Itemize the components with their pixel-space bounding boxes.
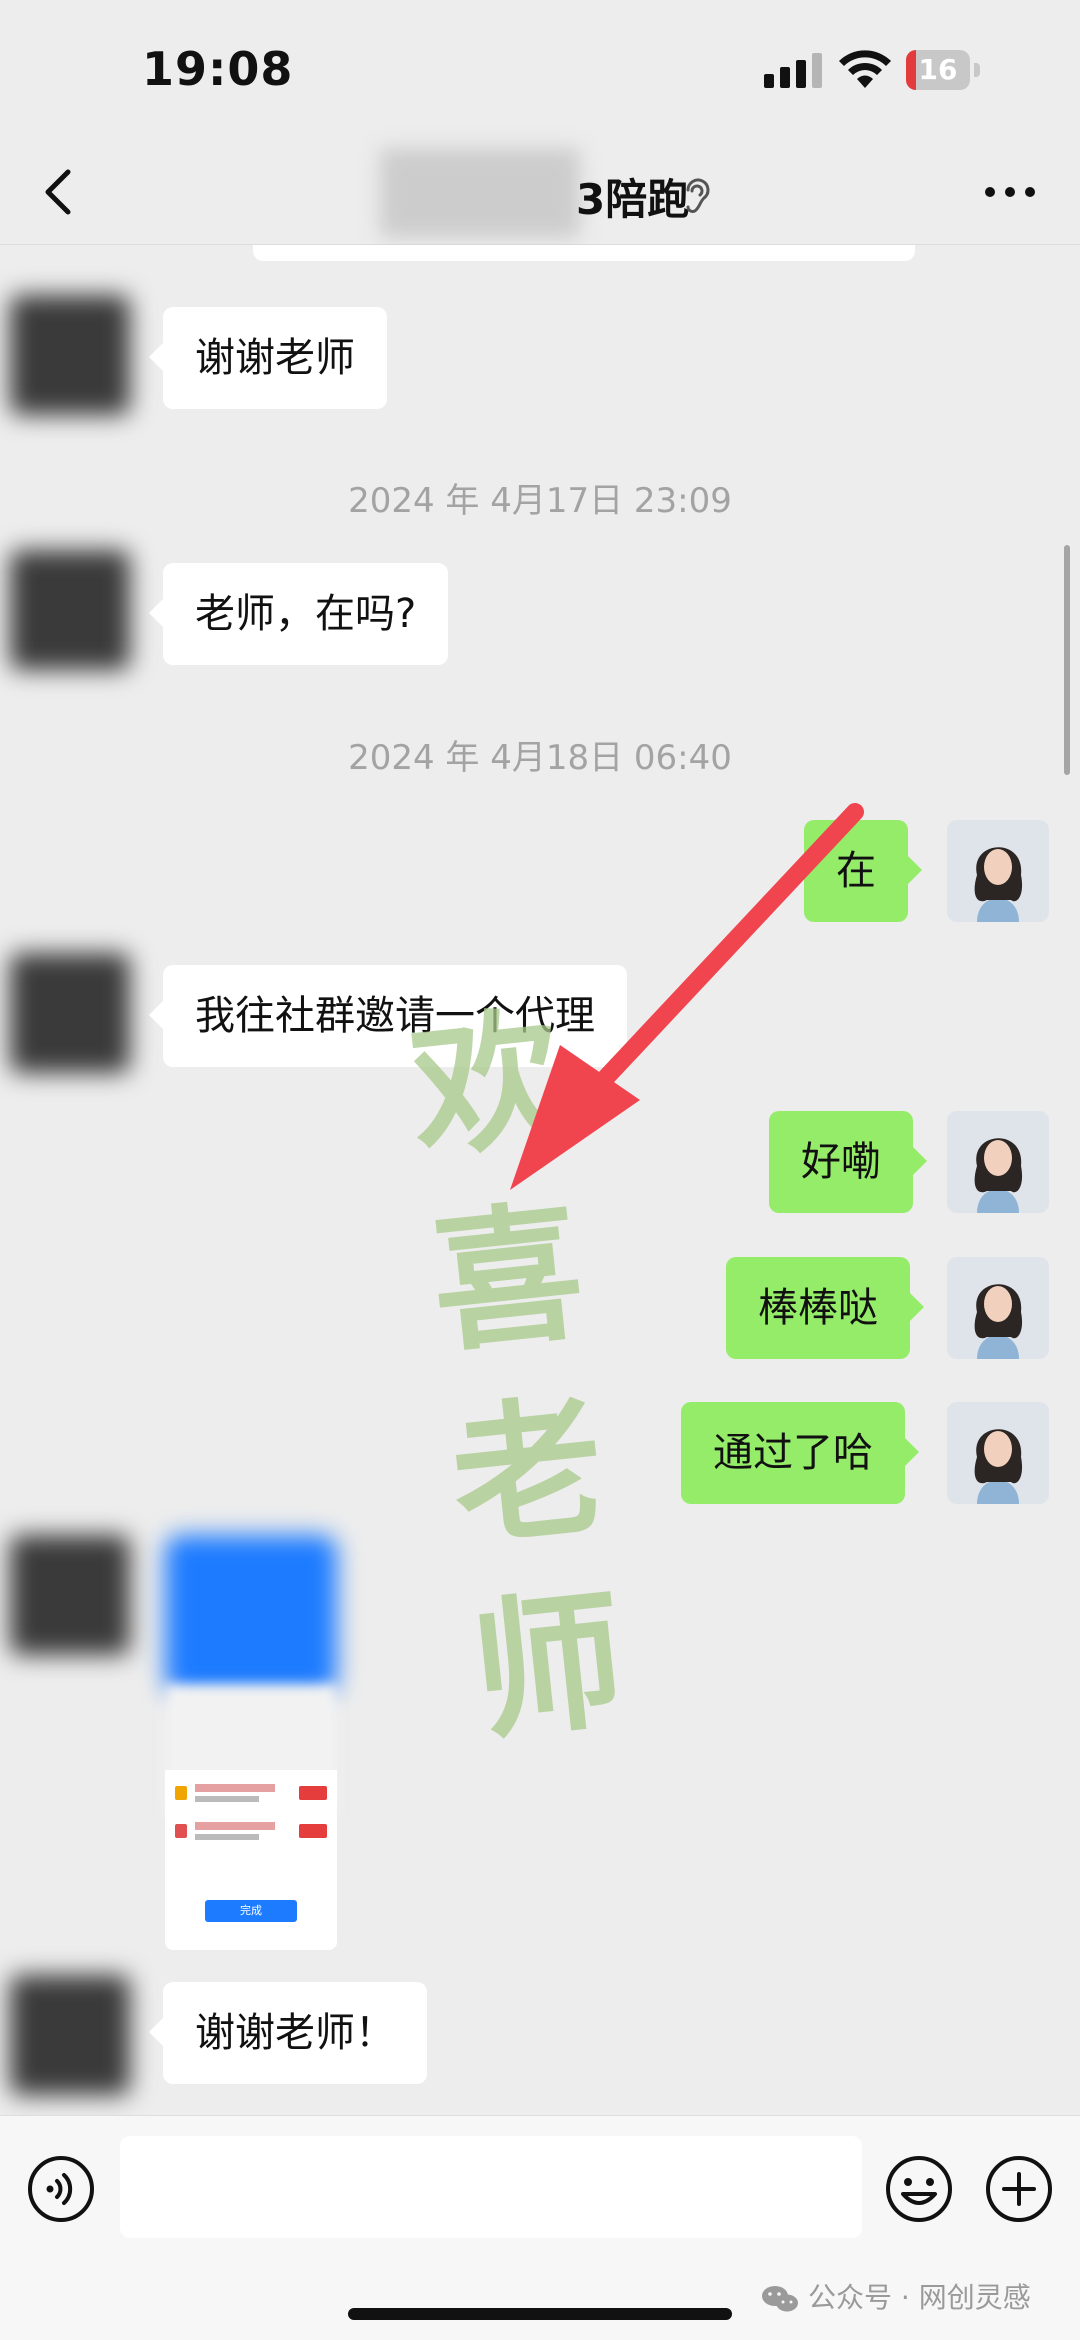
my-avatar[interactable] xyxy=(947,1257,1049,1359)
wallet-icon xyxy=(175,1786,187,1800)
portrait-avatar-icon xyxy=(947,1402,1049,1504)
image-row xyxy=(175,1782,327,1808)
image-card: 完成 xyxy=(165,1770,337,1950)
emoji-icon[interactable] xyxy=(884,2154,954,2224)
image-tag xyxy=(299,1786,327,1800)
wechat-logo-icon xyxy=(762,2286,798,2312)
my-avatar[interactable] xyxy=(947,1402,1049,1504)
chat-title-area[interactable]: 3陪跑 xyxy=(380,148,720,238)
sender-avatar[interactable] xyxy=(10,1535,130,1655)
red-arrow-annotation-icon xyxy=(510,803,864,1190)
message-input[interactable] xyxy=(120,2136,862,2238)
sender-avatar[interactable] xyxy=(10,295,130,415)
message-timestamp: 2024 年 4月17日 23:09 xyxy=(348,481,732,521)
sender-avatar[interactable] xyxy=(10,550,130,670)
battery-indicator: 16 xyxy=(906,50,980,90)
plus-icon[interactable] xyxy=(984,2154,1054,2224)
blurred-image-top xyxy=(165,1535,337,1695)
image-text-line xyxy=(195,1796,259,1802)
status-time: 19:08 xyxy=(142,42,294,96)
home-indicator[interactable] xyxy=(348,2308,732,2320)
my-avatar[interactable] xyxy=(947,1111,1049,1213)
sender-avatar[interactable] xyxy=(10,1975,130,2095)
source-attribution-text: 公众号 · 网创灵感 xyxy=(808,2281,1031,2314)
svg-text:师: 师 xyxy=(464,1571,632,1762)
image-text-line xyxy=(195,1834,259,1840)
more-dots-icon[interactable] xyxy=(980,170,1040,214)
scrollbar[interactable] xyxy=(1064,545,1070,775)
voice-icon[interactable] xyxy=(26,2154,96,2224)
battery-body: 16 xyxy=(906,50,970,90)
my-avatar[interactable] xyxy=(947,820,1049,922)
image-done-button: 完成 xyxy=(205,1900,297,1922)
chat-header: 3陪跑 xyxy=(0,140,1080,245)
portrait-avatar-icon xyxy=(947,1111,1049,1213)
outgoing-message[interactable]: 棒棒哒 xyxy=(726,1257,924,1359)
incoming-message[interactable]: 谢谢老师！ xyxy=(149,1982,427,2084)
blurred-title-region xyxy=(380,148,580,238)
screenshot-image-message[interactable]: 完成 xyxy=(165,1535,337,1950)
back-chevron-icon[interactable] xyxy=(28,160,92,224)
image-text-line xyxy=(195,1784,275,1792)
portrait-avatar-icon xyxy=(947,1257,1049,1359)
portrait-avatar-icon xyxy=(947,820,1049,922)
source-attribution: 公众号 · 网创灵感 xyxy=(760,2276,1031,2316)
mini-program-card-edge[interactable] xyxy=(253,245,915,261)
gift-icon xyxy=(175,1824,187,1838)
input-bar: 公众号 · 网创灵感 xyxy=(0,2115,1080,2340)
battery-level: 16 xyxy=(918,53,958,86)
svg-text:喜: 喜 xyxy=(424,1183,592,1374)
svg-text:老: 老 xyxy=(444,1377,612,1568)
incoming-message[interactable]: 老师，在吗? xyxy=(148,563,449,665)
wifi-icon xyxy=(839,50,891,88)
image-text-line xyxy=(195,1822,275,1830)
cellular-signal-icon xyxy=(764,53,822,88)
chat-title: 3陪跑 xyxy=(576,175,690,224)
ear-icon xyxy=(686,178,710,213)
battery-tip xyxy=(974,63,980,77)
incoming-message[interactable]: 谢谢老师 xyxy=(149,307,387,409)
message-timestamp: 2024 年 4月18日 06:40 xyxy=(348,738,732,778)
image-tag xyxy=(299,1824,327,1838)
outgoing-message[interactable]: 通过了哈 xyxy=(681,1402,919,1504)
image-row xyxy=(175,1820,327,1846)
sender-avatar[interactable] xyxy=(10,953,130,1073)
message-list[interactable]: 谢谢老师 2024 年 4月17日 23:09 老师，在吗? 2024 年 4月… xyxy=(0,245,1080,2115)
status-bar: 19:08 16 xyxy=(0,0,1080,140)
